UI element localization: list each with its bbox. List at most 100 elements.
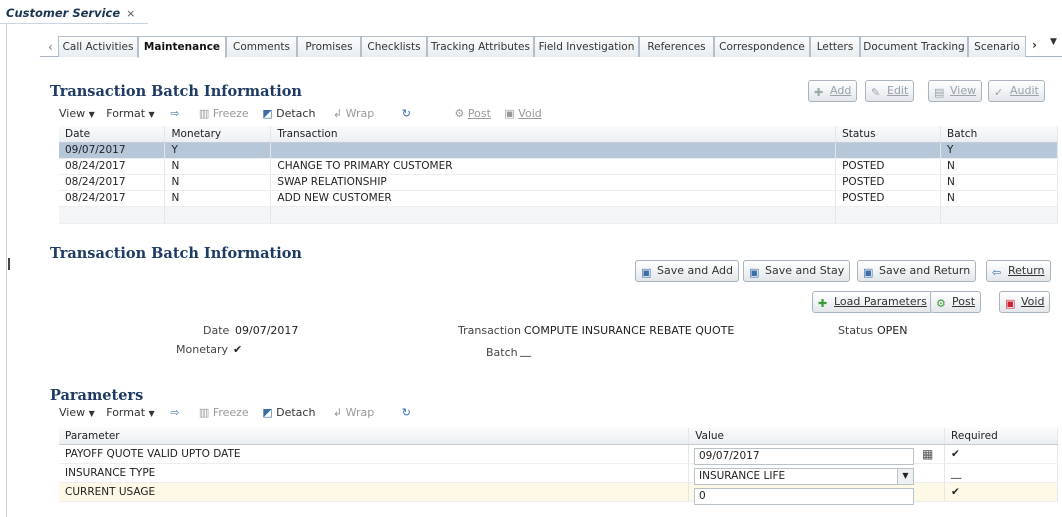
monetary-value: ✔ (233, 343, 243, 356)
view-menu[interactable]: View ▼ (59, 406, 95, 419)
chevron-down-icon: ▼ (88, 110, 95, 119)
void-toolbar-button[interactable]: ▣ Void (504, 107, 541, 120)
tab-call-activities[interactable]: Call Activities (58, 36, 138, 57)
detach-button[interactable]: ◩ Detach (262, 406, 315, 419)
cell-status (835, 142, 942, 159)
batch-table: Date Monetary Transaction Status Batch 0… (59, 126, 1058, 224)
tab-field-investigation[interactable]: Field Investigation (534, 36, 639, 57)
column-header-required[interactable]: Required (944, 428, 1058, 445)
save-and-return-button[interactable]: ▣ Save and Return (857, 260, 977, 282)
splitter-handle[interactable] (8, 258, 10, 270)
column-header-value[interactable]: Value (688, 428, 946, 445)
tab-scenario[interactable]: Scenario (968, 36, 1026, 57)
cell-batch: N (940, 174, 1058, 191)
cell-parameter: CURRENT USAGE (59, 482, 690, 502)
column-header-status[interactable]: Status (835, 126, 942, 143)
tab-strip: Call Activities Maintenance Comments Pro… (40, 36, 1062, 58)
format-menu[interactable]: Format ▼ (106, 107, 154, 120)
return-button[interactable]: ⇦ Return (986, 260, 1051, 282)
detach-icon: ◩ (262, 406, 273, 419)
status-label: Status (838, 324, 874, 337)
cell-status: POSTED (835, 190, 942, 207)
add-button[interactable]: ✚ Add (808, 80, 858, 102)
gear-icon: ⚙ (936, 297, 946, 310)
column-header-date[interactable]: Date (59, 126, 166, 143)
date-label: Date (203, 324, 230, 337)
floppy-disk-icon: ▣ (863, 266, 874, 279)
parameters-toolbar: View ▼ Format ▼ ⇨ ▥ Freeze ◩ Detach ↲ Wr… (59, 406, 411, 419)
cell-parameter: PAYOFF QUOTE VALID UPTO DATE (59, 444, 690, 464)
tab-correspondence[interactable]: Correspondence (714, 36, 810, 57)
wrap-button[interactable]: ↲ Wrap (333, 107, 374, 120)
tab-letters[interactable]: Letters (810, 36, 860, 57)
table-header-row: Parameter Value Required (59, 428, 1058, 445)
table-row[interactable]: 08/24/2017 N SWAP RELATIONSHIP POSTED N (59, 174, 1058, 191)
column-header-transaction[interactable]: Transaction (270, 126, 837, 143)
void-icon: ▣ (504, 107, 515, 120)
calendar-icon[interactable]: ▦ (922, 447, 933, 461)
tab-comments[interactable]: Comments (226, 36, 297, 57)
chevron-down-icon: ▼ (88, 409, 95, 418)
format-menu[interactable]: Format ▼ (106, 406, 154, 419)
table-row[interactable]: 08/24/2017 N ADD NEW CUSTOMER POSTED N (59, 190, 1058, 207)
batch-value: __ (520, 344, 531, 357)
column-header-batch[interactable]: Batch (940, 126, 1058, 143)
detach-button[interactable]: ◩ Detach (262, 107, 315, 120)
tab-promises[interactable]: Promises (297, 36, 361, 57)
table-header-row: Date Monetary Transaction Status Batch (59, 126, 1058, 143)
tab-document-tracking[interactable]: Document Tracking (860, 36, 968, 57)
current-usage-input[interactable]: 0 (694, 488, 914, 505)
refresh-icon[interactable]: ↻ (402, 107, 411, 120)
tab-scroll-right-icon[interactable]: › (1032, 38, 1037, 52)
freeze-button[interactable]: ▥ Freeze (199, 406, 249, 419)
tab-checklists[interactable]: Checklists (361, 36, 427, 57)
audit-button[interactable]: ✓ Audit (988, 80, 1045, 102)
view-button[interactable]: ▤ View (928, 80, 983, 102)
cell-status: POSTED (835, 174, 942, 191)
freeze-button[interactable]: ▥ Freeze (199, 107, 249, 120)
detach-icon: ◩ (262, 107, 273, 120)
refresh-icon[interactable]: ↻ (402, 406, 411, 419)
table-row[interactable]: 09/07/2017 Y Y (59, 142, 1058, 159)
wrap-icon: ↲ (332, 107, 343, 120)
payoff-date-input[interactable]: 09/07/2017 (694, 448, 914, 465)
cell-transaction: SWAP RELATIONSHIP (270, 174, 837, 191)
tab-list-dropdown-icon[interactable]: ▼ (1050, 37, 1057, 47)
cell-status: POSTED (835, 158, 942, 175)
window-tab[interactable]: Customer Service × (0, 0, 148, 24)
tab-references[interactable]: References (639, 36, 714, 57)
post-button[interactable]: ⚙ Post (930, 291, 982, 313)
parameters-section-title: Parameters (50, 387, 144, 404)
cell-date: 09/07/2017 (59, 142, 166, 159)
close-icon[interactable]: × (126, 7, 135, 20)
column-header-monetary[interactable]: Monetary (164, 126, 272, 143)
void-button[interactable]: ▣ Void (999, 291, 1051, 313)
transaction-label: Transaction (458, 324, 521, 337)
chevron-down-icon[interactable]: ▼ (897, 469, 913, 484)
insurance-type-select[interactable]: INSURANCE LIFE ▼ (694, 468, 914, 485)
edit-button[interactable]: ✎ Edit (865, 80, 915, 102)
cell-batch: N (940, 190, 1058, 207)
freeze-icon: ▥ (198, 107, 210, 120)
floppy-disk-icon: ▣ (641, 266, 652, 279)
tab-tracking-attributes[interactable]: Tracking Attributes (427, 36, 534, 57)
batch-toolbar: View ▼ Format ▼ ⇨ ▥ Freeze ◩ Detach ↲ Wr… (59, 107, 542, 120)
save-and-stay-button[interactable]: ▣ Save and Stay (743, 260, 851, 282)
cell-required: ✔ (944, 482, 1058, 502)
save-and-add-button[interactable]: ▣ Save and Add (635, 260, 739, 282)
wrap-button[interactable]: ↲ Wrap (333, 406, 374, 419)
export-icon[interactable]: ⇨ (170, 406, 179, 419)
load-parameters-button[interactable]: ✚ Load Parameters (812, 291, 933, 313)
column-header-parameter[interactable]: Parameter (59, 428, 690, 445)
freeze-icon: ▥ (198, 406, 210, 419)
export-icon[interactable]: ⇨ (170, 107, 179, 120)
table-row[interactable]: 08/24/2017 N CHANGE TO PRIMARY CUSTOMER … (59, 158, 1058, 175)
floppy-disk-icon: ▣ (749, 266, 760, 279)
check-icon: ✓ (994, 86, 1004, 99)
transaction-value: COMPUTE INSURANCE REBATE QUOTE (524, 324, 735, 337)
tab-maintenance[interactable]: Maintenance (138, 36, 226, 58)
post-toolbar-button[interactable]: ⚙ Post (455, 107, 491, 120)
view-menu[interactable]: View ▼ (59, 107, 95, 120)
cell-required: __ (944, 463, 1058, 483)
cell-date: 08/24/2017 (59, 158, 166, 175)
